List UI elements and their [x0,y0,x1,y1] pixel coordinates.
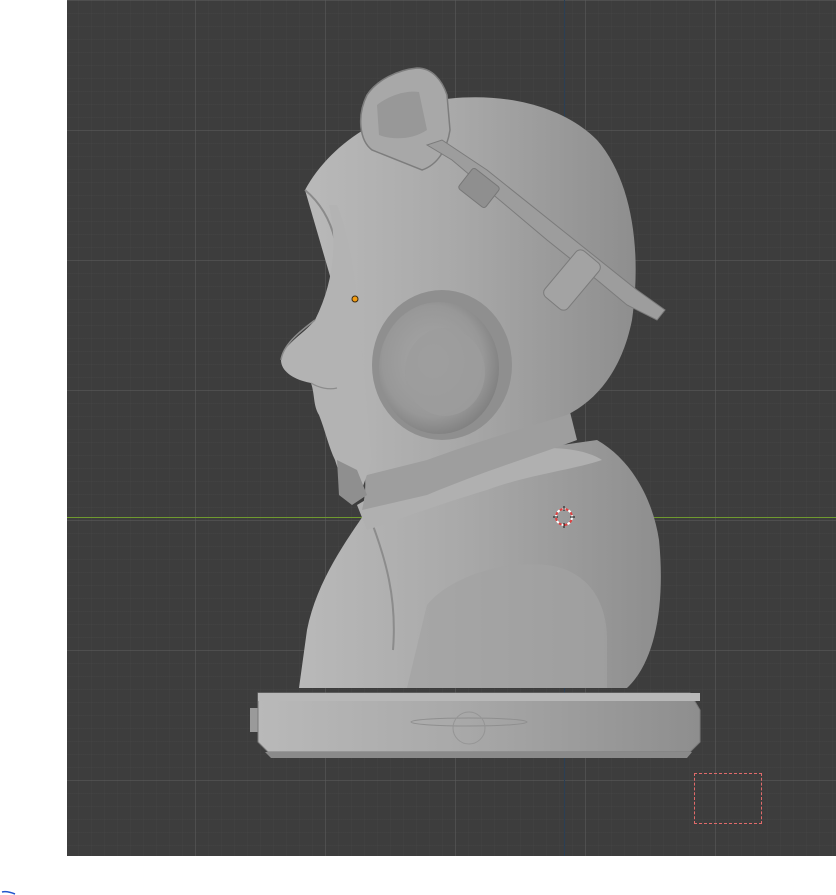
3d-cursor-icon[interactable] [553,506,575,528]
earcup [372,290,512,440]
page [0,0,836,895]
plinth [250,692,701,758]
3d-viewport[interactable] [67,0,836,856]
annotation-stroke-icon [1,890,16,895]
selection-box[interactable] [694,773,762,824]
aviator-bust-model[interactable] [67,0,836,856]
origin-point[interactable] [351,295,359,303]
